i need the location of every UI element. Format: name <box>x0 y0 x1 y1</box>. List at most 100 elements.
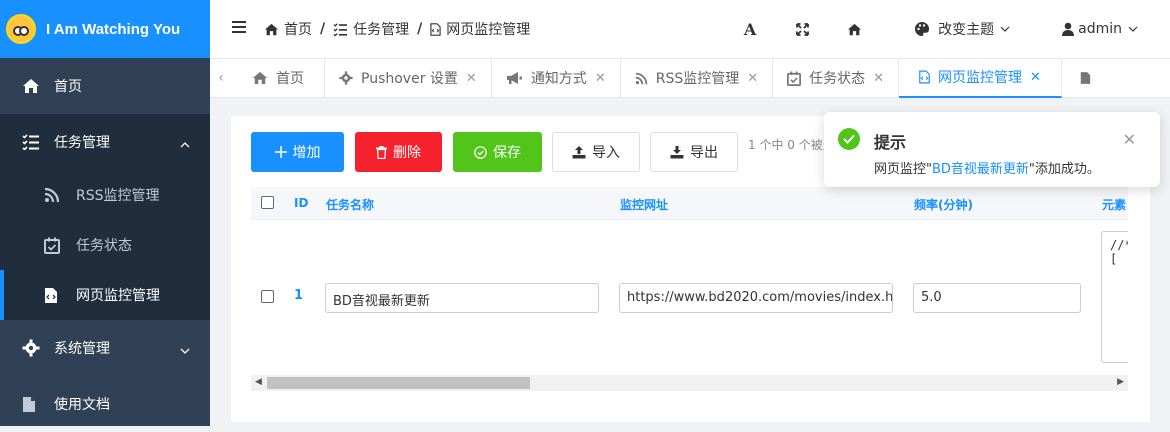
breadcrumb-separator: / <box>320 21 326 37</box>
export-button[interactable]: 导出 <box>650 132 738 172</box>
palette-icon <box>914 21 930 37</box>
tab-bar: ‹ 首页 Pushover 设置 ✕ 通知方式 ✕ RSS监控管理 ✕ 任务状态… <box>210 58 1170 98</box>
user-menu[interactable]: admin <box>1062 21 1138 37</box>
row-checkbox[interactable] <box>261 290 274 303</box>
calendar-check-icon <box>44 237 64 254</box>
delete-button-label: 删除 <box>393 145 421 161</box>
close-icon[interactable]: ✕ <box>747 71 758 86</box>
url-input[interactable]: https://www.bd2020.com/movies/index.htm <box>619 283 893 313</box>
tab-rss[interactable]: RSS监控管理 ✕ <box>621 58 774 98</box>
top-header: 首页 / 任务管理 / 网页监控管理 A 改变主题 admin <box>210 0 1170 58</box>
success-check-icon <box>838 128 860 150</box>
import-button[interactable]: 导入 <box>552 132 640 172</box>
hamburger-icon[interactable] <box>232 21 246 37</box>
sidebar-item-label: RSS监控管理 <box>76 188 160 204</box>
select-all-checkbox[interactable] <box>261 196 274 209</box>
theme-switcher[interactable]: 改变主题 <box>914 19 1010 39</box>
save-button-label: 保存 <box>493 145 521 161</box>
export-button-label: 导出 <box>690 145 718 161</box>
close-icon[interactable]: ✕ <box>1030 70 1041 85</box>
column-header-url[interactable]: 监控网址 <box>620 196 668 213</box>
chevron-down-icon <box>1128 26 1138 32</box>
sidebar-item-label: 系统管理 <box>54 341 110 357</box>
close-icon[interactable]: ✕ <box>466 71 477 86</box>
username: admin <box>1078 21 1122 37</box>
selection-info: 1 个中 0 个被选 <box>748 138 835 152</box>
scroll-right-icon[interactable]: ▶ <box>1117 377 1124 387</box>
file-code-icon <box>919 70 930 84</box>
tab-notification[interactable]: 通知方式 ✕ <box>492 58 621 98</box>
task-grid: ID 任务名称 监控网址 频率(分钟) 元素 1 BD音视最新更新 https:… <box>251 187 1128 397</box>
sidebar-item-web-monitor[interactable]: 网页监控管理 <box>0 270 210 320</box>
column-header-id[interactable]: ID <box>294 196 308 210</box>
home-icon <box>22 78 42 94</box>
calendar-check-icon <box>787 71 802 86</box>
element-textarea[interactable]: //*[ <box>1101 231 1128 363</box>
font-size-button[interactable]: A <box>720 20 780 39</box>
notification-title: 提示 <box>874 133 907 152</box>
tab-task-status[interactable]: 任务状态 ✕ <box>773 58 900 98</box>
home-icon[interactable] <box>824 23 884 36</box>
list-check-icon <box>333 22 348 36</box>
sidebar-item-label: 任务状态 <box>76 238 132 254</box>
sidebar-item-home[interactable]: 首页 <box>0 58 210 114</box>
delete-button[interactable]: 删除 <box>355 132 442 172</box>
notification-message: 网页监控"BD音视最新更新"添加成功。 <box>874 158 1100 177</box>
scrollbar-thumb[interactable] <box>267 377 530 389</box>
close-icon[interactable]: ✕ <box>595 71 606 86</box>
breadcrumb-task-management[interactable]: 任务管理 <box>353 19 409 39</box>
task-name-input[interactable]: BD音视最新更新 <box>325 283 599 313</box>
logo-icon <box>6 14 36 44</box>
column-header-name[interactable]: 任务名称 <box>326 196 374 213</box>
user-icon <box>1062 22 1075 36</box>
frequency-input[interactable]: 5.0 <box>913 283 1081 313</box>
app-title: I Am Watching You <box>46 20 181 38</box>
message-prefix: 网页监控" <box>874 162 932 177</box>
file-code-icon <box>430 22 441 36</box>
message-task-name: BD音视最新更新 <box>931 162 1029 177</box>
logo[interactable]: I Am Watching You <box>0 0 210 58</box>
scroll-left-icon[interactable]: ◀ <box>255 377 262 387</box>
theme-label: 改变主题 <box>938 22 995 38</box>
close-icon[interactable]: ✕ <box>873 71 884 86</box>
row-id: 1 <box>294 288 304 303</box>
list-check-icon <box>22 134 42 150</box>
file-code-icon <box>44 287 64 304</box>
check-circle-icon <box>474 145 487 159</box>
save-button[interactable]: 保存 <box>453 132 542 172</box>
fullscreen-icon[interactable] <box>780 22 824 36</box>
breadcrumb-current: 网页监控管理 <box>446 22 531 38</box>
close-icon[interactable]: ✕ <box>1123 130 1136 149</box>
tab-label: RSS监控管理 <box>655 71 740 87</box>
sidebar-item-task-management[interactable]: 任务管理 <box>0 114 210 170</box>
chevron-down-icon <box>180 342 190 358</box>
tab-pushover[interactable]: Pushover 设置 ✕ <box>325 58 492 98</box>
tab-overflow[interactable] <box>1062 59 1113 98</box>
column-header-element[interactable]: 元素 <box>1102 196 1126 213</box>
horizontal-scrollbar[interactable]: ◀ ▶ <box>251 375 1128 391</box>
sidebar-item-system[interactable]: 系统管理 <box>0 320 210 376</box>
tab-scroll-left-icon[interactable]: ‹ <box>210 70 232 86</box>
message-suffix: "添加成功。 <box>1028 162 1100 177</box>
sidebar-item-rss[interactable]: RSS监控管理 <box>0 170 210 220</box>
chevron-up-icon <box>180 136 190 152</box>
sidebar-item-label: 首页 <box>54 79 82 95</box>
rss-icon <box>635 72 648 85</box>
tab-label: 网页监控管理 <box>938 70 1023 86</box>
sidebar-item-label: 网页监控管理 <box>76 288 160 304</box>
sidebar-item-docs[interactable]: 使用文档 <box>0 376 210 432</box>
column-header-frequency[interactable]: 频率(分钟) <box>914 196 973 213</box>
breadcrumb-home[interactable]: 首页 <box>284 19 312 39</box>
download-icon <box>670 145 684 159</box>
add-button[interactable]: 增加 <box>251 132 344 172</box>
upload-icon <box>572 145 586 159</box>
tab-home[interactable]: 首页 <box>232 58 325 98</box>
home-icon <box>252 71 268 85</box>
gear-icon <box>339 71 353 85</box>
add-button-label: 增加 <box>292 145 321 161</box>
tab-web-monitor[interactable]: 网页监控管理 ✕ <box>899 58 1062 98</box>
gear-icon <box>22 339 42 357</box>
sidebar-item-task-status[interactable]: 任务状态 <box>0 220 210 270</box>
success-notification: 提示 网页监控"BD音视最新更新"添加成功。 ✕ <box>824 112 1160 187</box>
tab-label: 任务状态 <box>809 71 866 87</box>
